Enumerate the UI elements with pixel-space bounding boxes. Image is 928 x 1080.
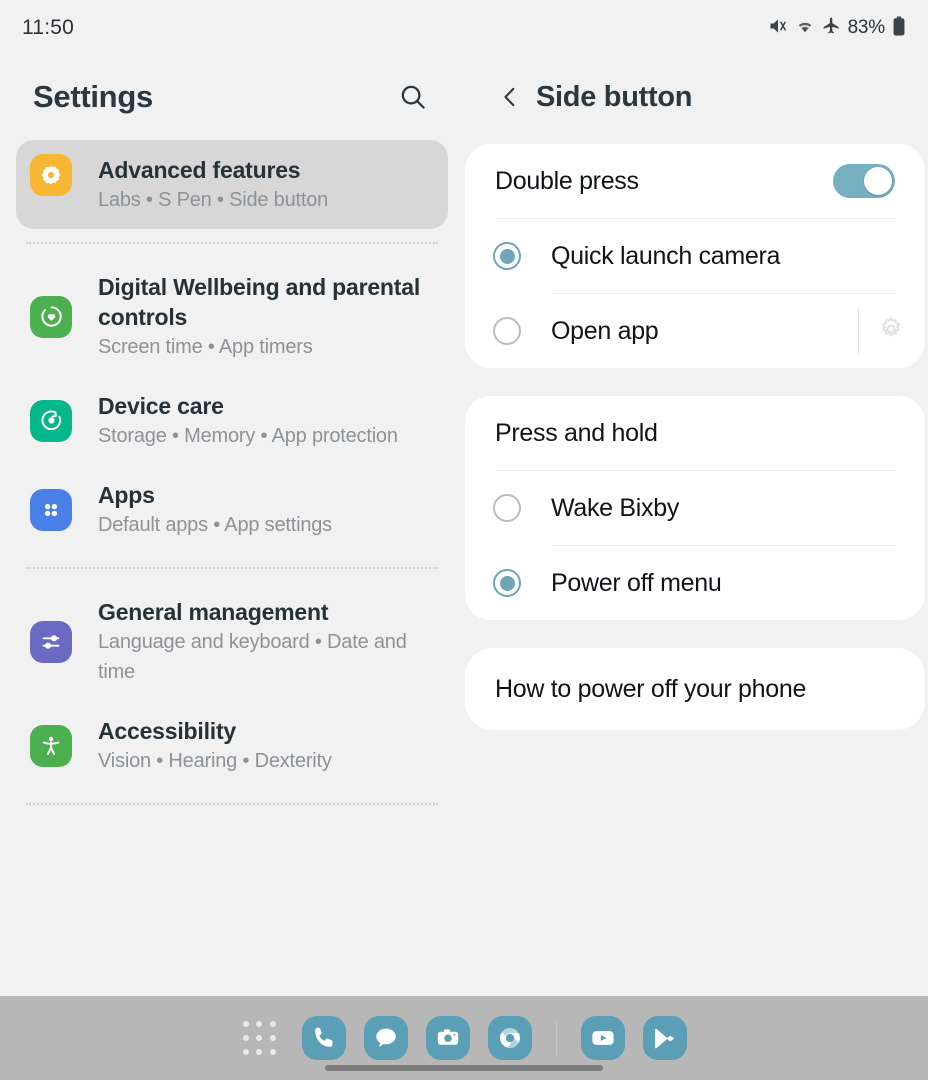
radio-power-off-menu[interactable]: [493, 569, 521, 597]
camera-icon[interactable]: [425, 1016, 470, 1060]
double-press-card: Double press Quick launch camera Open ap…: [465, 144, 925, 368]
chrome-icon[interactable]: [487, 1016, 532, 1060]
sidebar-item-title: Apps: [98, 482, 155, 508]
sidebar-item-digital-wellbeing[interactable]: Digital Wellbeing and parental controls …: [16, 257, 448, 376]
device-care-icon: [30, 399, 72, 442]
sidebar-nav-list: Advanced features Labs • S Pen • Side bu…: [0, 138, 464, 805]
double-press-toggle[interactable]: [833, 164, 895, 198]
mute-icon: [768, 16, 788, 41]
option-open-app[interactable]: Open app: [465, 294, 925, 368]
how-to-power-off-row[interactable]: How to power off your phone: [465, 648, 925, 730]
sidebar-item-title: Accessibility: [98, 718, 237, 744]
sidebar-item-apps[interactable]: Apps Default apps • App settings: [16, 465, 448, 554]
search-icon[interactable]: [392, 76, 434, 118]
radio-open-app[interactable]: [493, 317, 521, 345]
general-management-icon: [30, 620, 72, 663]
taskbar-items: [242, 1016, 687, 1060]
settings-sidebar: Settings Advanced features Labs • S Pen …: [0, 56, 464, 996]
radio-quick-launch-camera[interactable]: [493, 242, 521, 270]
sidebar-divider: [26, 242, 438, 244]
messages-icon[interactable]: [363, 1016, 408, 1060]
sidebar-item-advanced-features[interactable]: Advanced features Labs • S Pen • Side bu…: [16, 140, 448, 229]
sidebar-item-subtitle: Vision • Hearing • Dexterity: [98, 750, 332, 772]
advanced-features-icon: [30, 154, 72, 196]
how-to-power-off-label: How to power off your phone: [495, 674, 807, 703]
how-to-power-off-card[interactable]: How to power off your phone: [465, 648, 925, 730]
sidebar-item-subtitle: Screen time • App timers: [98, 336, 313, 358]
play-store-icon[interactable]: [642, 1016, 687, 1060]
sidebar-item-title: Device care: [98, 393, 224, 419]
phone-screen: 11:50 83% Settings Advanced features Lab…: [0, 0, 928, 1080]
status-icons: 83%: [768, 15, 906, 41]
gesture-navigation-bar[interactable]: [325, 1065, 603, 1071]
sidebar-item-subtitle: Default apps • App settings: [98, 514, 332, 536]
sidebar-item-subtitle: Storage • Memory • App protection: [98, 425, 398, 447]
option-power-off-menu[interactable]: Power off menu: [465, 546, 925, 620]
option-label: Open app: [551, 316, 659, 345]
battery-icon: [892, 15, 906, 41]
taskbar: [0, 996, 928, 1080]
page-title: Settings: [33, 79, 153, 114]
double-press-label: Double press: [495, 166, 639, 195]
status-clock: 11:50: [22, 16, 74, 39]
sidebar-header: Settings: [0, 56, 464, 138]
option-label: Wake Bixby: [551, 493, 680, 522]
app-drawer-icon[interactable]: [242, 1020, 278, 1056]
open-app-settings-button[interactable]: [858, 308, 925, 354]
sidebar-item-device-care[interactable]: Device care Storage • Memory • App prote…: [16, 376, 448, 465]
phone-icon[interactable]: [301, 1016, 346, 1060]
toggle-knob: [864, 167, 892, 195]
accessibility-icon: [30, 724, 72, 767]
double-press-row[interactable]: Double press: [465, 144, 925, 218]
battery-percent-label: 83%: [847, 17, 886, 38]
taskbar-divider: [555, 1021, 557, 1055]
status-bar: 11:50 83%: [0, 0, 928, 56]
option-label: Quick launch camera: [551, 241, 781, 270]
option-wake-bixby[interactable]: Wake Bixby: [465, 471, 925, 545]
youtube-icon[interactable]: [580, 1016, 625, 1060]
gear-icon: [877, 315, 905, 348]
option-quick-launch-camera[interactable]: Quick launch camera: [465, 219, 925, 293]
radio-wake-bixby[interactable]: [493, 494, 521, 522]
chevron-left-icon[interactable]: [492, 79, 528, 115]
sidebar-divider: [26, 567, 438, 569]
detail-header: Side button: [464, 56, 928, 138]
digital-wellbeing-icon: [30, 295, 72, 338]
side-button-detail-pane: Side button Double press Quick launch ca…: [464, 56, 928, 996]
sidebar-item-title: Digital Wellbeing and parental controls: [98, 274, 421, 330]
detail-title: Side button: [536, 80, 693, 113]
airplane-mode-icon: [822, 16, 841, 40]
option-label: Power off menu: [551, 568, 722, 597]
wifi-icon: [795, 16, 815, 41]
press-and-hold-card: Press and hold Wake Bixby Power off menu: [465, 396, 925, 620]
sidebar-item-general-management[interactable]: General management Language and keyboard…: [16, 582, 448, 701]
apps-icon: [30, 488, 72, 531]
sidebar-item-subtitle: Language and keyboard • Date and time: [98, 631, 407, 683]
sidebar-item-accessibility[interactable]: Accessibility Vision • Hearing • Dexteri…: [16, 701, 448, 790]
sidebar-divider: [26, 803, 438, 805]
press-and-hold-row: Press and hold: [465, 396, 925, 470]
sidebar-item-title: General management: [98, 599, 329, 625]
sidebar-item-subtitle: Labs • S Pen • Side button: [98, 189, 329, 211]
press-and-hold-label: Press and hold: [495, 418, 658, 447]
sidebar-item-title: Advanced features: [98, 157, 301, 183]
